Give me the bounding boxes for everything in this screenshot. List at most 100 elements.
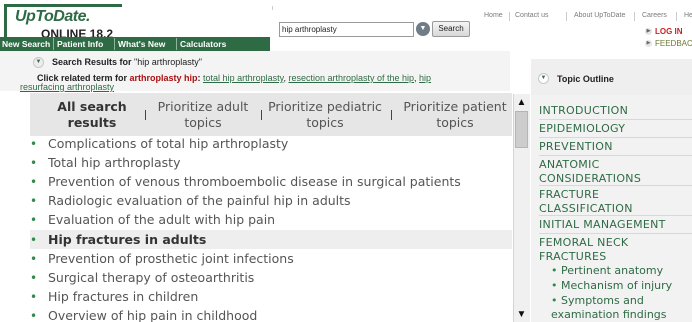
logo-main-text: UpToDate. [15,8,90,25]
tab-prioritize-patient[interactable]: Prioritize patient topics [399,99,511,131]
result-title: Prevention of venous thromboembolic dise… [48,174,461,189]
scrollbar-thumb[interactable] [515,111,528,148]
search-dropdown-icon[interactable]: ▼ [416,22,430,36]
outline-item-anatomic-considerations[interactable]: ANATOMIC CONSIDERATIONS [539,158,689,186]
outline-item-epidemiology[interactable]: EPIDEMIOLOGY [539,122,689,136]
nav-divider [53,38,54,50]
outline-subitem-mechanism-of-injury[interactable]: • Mechanism of injury [551,279,691,293]
outline-subitem-label: Mechanism of injury [561,279,673,292]
result-title: Radiologic evaluation of the painful hip… [48,193,351,208]
bullet-icon: • [551,264,558,277]
contact-us-link[interactable]: Contact us [515,12,548,19]
bullet-icon: • [30,252,38,266]
nav-divider [114,38,115,50]
outline-item-introduction[interactable]: INTRODUCTION [539,104,689,118]
tab-all-search-results[interactable]: All search results [48,99,136,131]
bullet-icon: • [30,233,38,247]
outline-item-prevention[interactable]: PREVENTION [539,140,689,154]
home-link[interactable]: Home [484,12,503,19]
topic-outline-title: Topic Outline [557,74,614,84]
outline-divider [539,233,692,234]
feedback-link[interactable]: ▶ FEEDBAC [645,39,692,48]
bullet-icon: • [30,309,38,322]
outline-subitem-symptoms[interactable]: • Symptoms and examination findings [551,294,687,322]
bullet-icon: • [30,271,38,285]
bullet-icon: • [551,294,558,307]
scroll-up-arrow-icon[interactable]: ▲ [514,95,529,110]
tab-label-line2: topics [436,115,474,130]
nav-divider [176,38,177,50]
search-results-heading: Search Results for "hip arthroplasty" [52,57,202,67]
results-query: "hip arthroplasty" [134,57,202,67]
link-divider [676,12,677,21]
outline-divider [539,155,692,156]
top-divider [272,6,273,10]
bullet-icon: • [30,175,38,189]
tab-divider [261,110,262,120]
result-item[interactable]: • Complications of total hip arthroplasty [30,134,512,153]
scroll-down-arrow-icon[interactable]: ▼ [514,307,529,322]
tab-label-line1: Prioritize patient [403,99,507,114]
tab-label-line2: topics [184,115,222,130]
related-link-hip-resurfacing-cont[interactable]: resurfacing arthroplasty [20,82,114,92]
feedback-label: FEEDBAC [655,39,692,48]
bullet-icon: • [30,194,38,208]
result-item[interactable]: • Radiologic evaluation of the painful hi… [30,191,512,210]
tab-label-line1: All search [57,99,127,114]
tab-prioritize-pediatric[interactable]: Prioritize pediatric topics [263,99,387,131]
link-divider [634,12,635,21]
result-title: Hip fractures in adults [48,232,207,247]
search-button[interactable]: Search [432,21,470,37]
login-label: LOG IN [655,27,683,36]
outline-divider [539,215,692,216]
outline-divider [539,137,692,138]
main-nav: New Search Patient Info What's New Calcu… [0,37,270,51]
uptodate-logo[interactable]: UpToDate. ONLINE 18.2 [4,4,122,41]
result-item[interactable]: • Overview of hip pain in childhood [30,306,512,322]
result-item[interactable]: • Prevention of venous thromboembolic dis… [30,172,512,191]
tab-label-line2: topics [306,115,344,130]
result-title: Prevention of prosthetic joint infection… [48,251,294,266]
careers-link[interactable]: Careers [642,12,667,19]
related-link-hip-resurfacing[interactable]: hip [419,73,431,83]
outline-subitem-label: Pertinent anatomy [561,264,664,277]
related-term: arthroplasty hip [129,73,198,83]
search-input[interactable] [279,22,414,37]
outline-subitem-label: Symptoms and examination findings [551,294,667,321]
help-link[interactable]: He [684,12,692,19]
result-item[interactable]: • Prevention of prosthetic joint infectio… [30,249,512,268]
nav-new-search[interactable]: New Search [2,37,50,51]
bullet-icon: • [30,290,38,304]
tab-divider [391,110,392,120]
outline-item-initial-management[interactable]: INITIAL MANAGEMENT [539,218,689,232]
link-divider [566,12,567,21]
result-item[interactable]: • Surgical therapy of osteoarthritis [30,268,512,287]
arrow-bullet-icon: ▶ [645,40,652,48]
login-link[interactable]: ▶ LOG IN [645,27,683,36]
bullet-icon: • [30,213,38,227]
result-title: Surgical therapy of osteoarthritis [48,270,255,285]
outline-item-femoral-neck-fractures[interactable]: FEMORAL NECK FRACTURES [539,236,689,264]
collapse-circle-icon[interactable]: ▼ [33,57,44,68]
nav-patient-info[interactable]: Patient Info [57,37,103,51]
tab-label-line1: Prioritize adult [157,99,249,114]
nav-whats-new[interactable]: What's New [118,37,165,51]
bullet-icon: • [30,156,38,170]
about-uptodate-link[interactable]: About UpToDate [574,12,625,19]
result-item-selected[interactable]: • Hip fractures in adults [30,230,512,249]
bullet-icon: • [551,279,558,292]
outline-item-fracture-classification[interactable]: FRACTURE CLASSIFICATION [539,188,689,216]
bullet-icon: • [30,137,38,151]
related-link-resection-arthroplasty[interactable]: resection arthroplasty of the hip [288,73,414,83]
outline-divider [539,185,692,186]
tab-prioritize-adult[interactable]: Prioritize adult topics [155,99,251,131]
collapse-circle-icon[interactable]: ▼ [538,73,549,84]
related-link-total-hip-arthroplasty[interactable]: total hip arthroplasty [203,73,283,83]
result-item[interactable]: • Hip fractures in children [30,287,512,306]
nav-calculators[interactable]: Calculators [180,37,226,51]
result-item[interactable]: • Evaluation of the adult with hip pain [30,210,512,229]
outline-subitem-pertinent-anatomy[interactable]: • Pertinent anatomy [551,264,691,278]
results-prefix: Search Results for [52,57,135,67]
tab-divider [145,110,146,120]
result-item[interactable]: • Total hip arthroplasty [30,153,512,172]
